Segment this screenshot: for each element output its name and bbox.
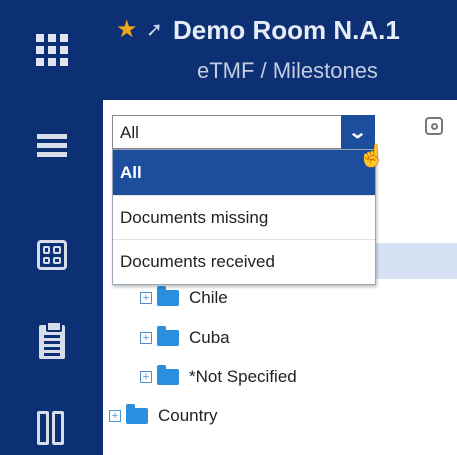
tree-node-country[interactable]: + Country [109,404,218,428]
folder-icon [157,286,179,306]
tree-node-label: Country [158,406,218,425]
folder-icon [157,326,179,346]
clipboard-icon[interactable] [0,321,103,359]
tree-node-label: Chile [189,288,228,307]
selected-tree-row-highlight [376,243,457,279]
tree-node-label: *Not Specified [189,367,297,386]
expand-plus-icon[interactable]: + [109,410,121,422]
lab-samples-icon[interactable] [0,405,103,445]
option-documents-received[interactable]: Documents received [113,240,375,284]
room-title: Demo Room N.A.1 [173,15,400,45]
favorite-star-icon[interactable]: ★ [116,18,138,42]
folder-icon [126,404,148,424]
expand-plus-icon[interactable]: + [140,292,152,304]
folder-icon [157,365,179,385]
milestone-filter-select[interactable]: All ⌄ [112,115,375,149]
option-documents-missing[interactable]: Documents missing [113,196,375,240]
filter-options-list: All Documents missing Documents received [112,149,376,285]
option-all[interactable]: All [113,150,375,196]
apps-menu-button[interactable] [0,0,103,100]
main-panel: All ⌄ + Chile + Cuba + *Not Specified + … [103,100,457,455]
top-header: ★ ➚ Demo Room N.A.1 eTMF / Milestones [0,0,457,100]
dashboard-grid-icon[interactable] [0,240,103,270]
apps-grid-icon [35,34,68,66]
hamburger-menu-icon[interactable] [0,132,103,159]
breadcrumb: eTMF / Milestones [197,58,378,83]
hand-cursor-icon: ☝ [358,143,386,168]
expand-plus-icon[interactable]: + [140,332,152,344]
tree-node-not-specified[interactable]: + *Not Specified [140,365,297,389]
tree-node-label: Cuba [189,328,230,347]
filter-selected-value: All [120,123,139,142]
chevron-down-icon: ⌄ [348,121,368,142]
tree-node-cuba[interactable]: + Cuba [140,326,230,350]
left-nav [0,100,103,455]
pin-arrow-icon[interactable]: ➚ [146,20,163,40]
tree-node-chile[interactable]: + Chile [140,286,228,310]
expand-plus-icon[interactable]: + [140,371,152,383]
settings-toggle-icon[interactable] [425,117,443,135]
